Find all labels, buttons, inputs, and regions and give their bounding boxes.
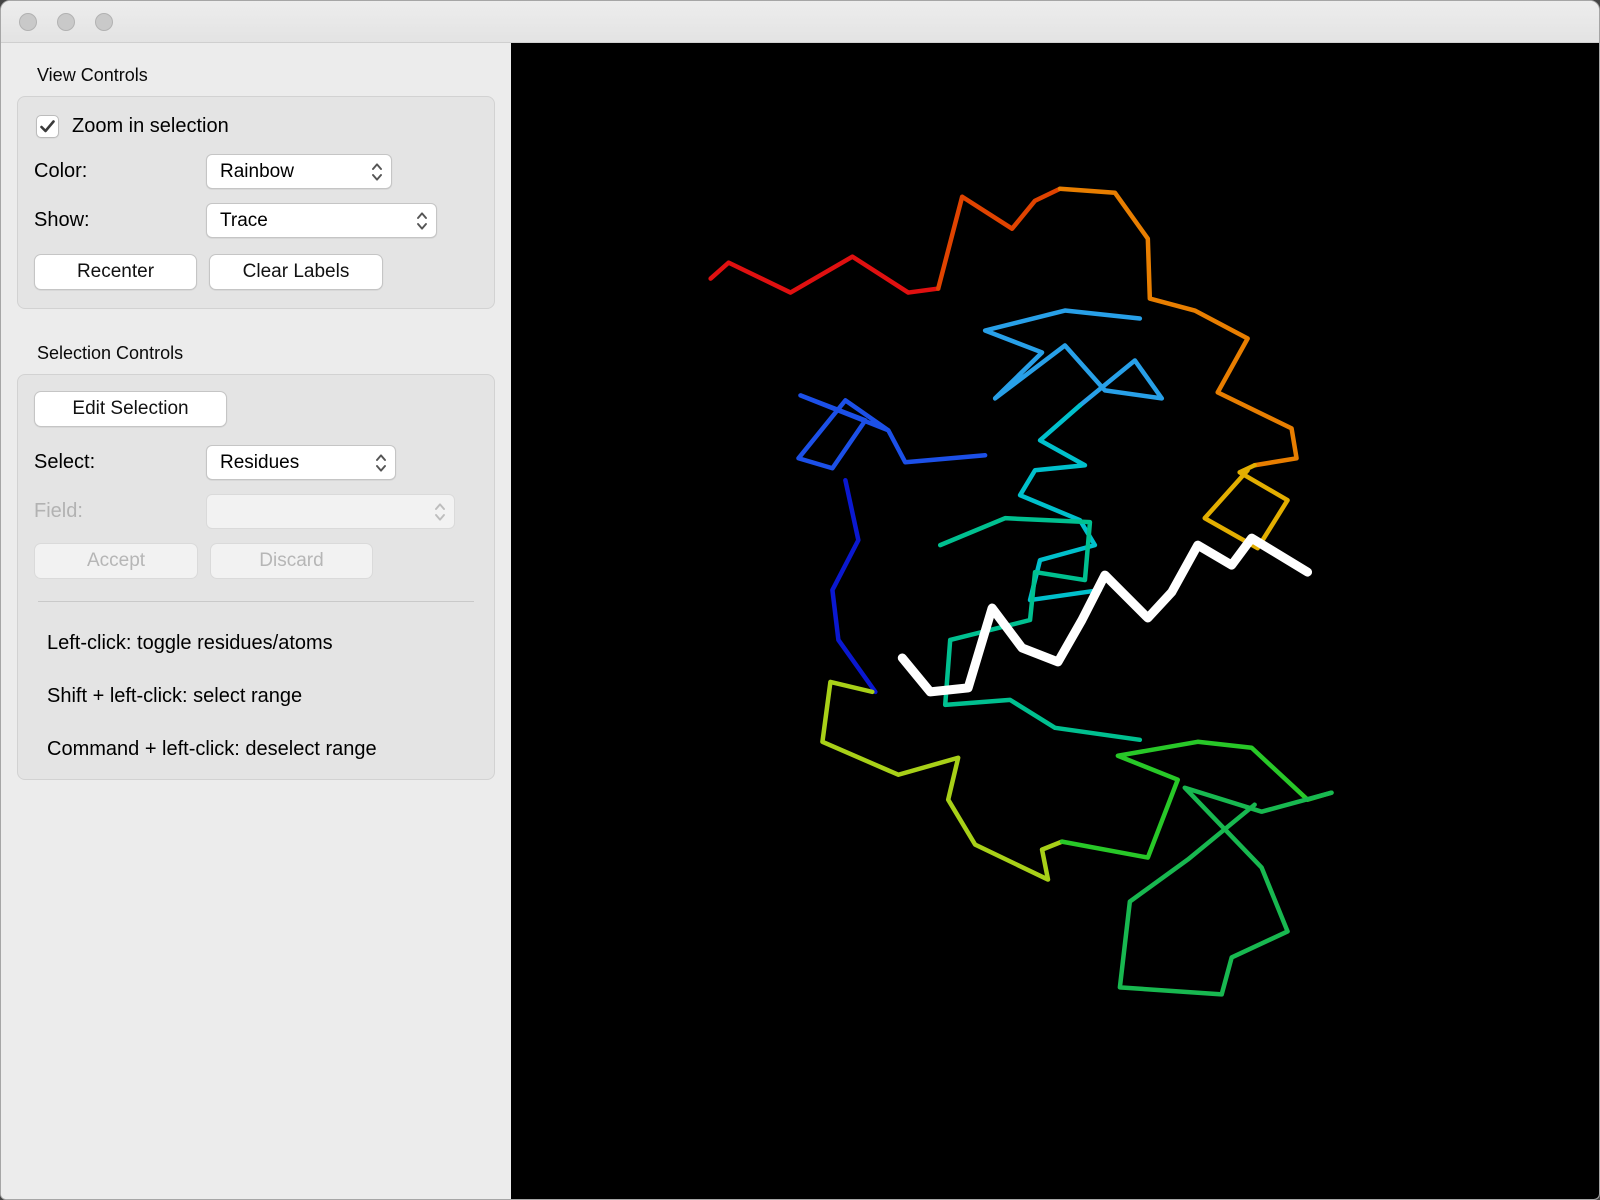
sidebar: View Controls Zoom in selection Color: R… [1,43,511,1199]
updown-chevron-icon [363,161,391,183]
molecule-viewport[interactable] [511,43,1599,1199]
divider [38,601,474,602]
help-line-command-click: Command + left-click: deselect range [47,738,377,760]
app-window: View Controls Zoom in selection Color: R… [0,0,1600,1200]
trace-teal [937,515,1143,743]
updown-chevron-icon [367,452,395,474]
help-line-shift-click: Shift + left-click: select range [47,685,303,707]
selected-residues-trace [897,533,1313,697]
clear-labels-button[interactable]: Clear Labels [209,254,383,290]
recenter-button[interactable]: Recenter [34,254,197,290]
discard-button: Discard [210,543,373,579]
trace-gold [1202,463,1290,551]
trace-dark-blue [830,477,878,695]
updown-chevron-icon [426,501,454,523]
select-dropdown[interactable]: Residues [206,445,396,480]
select-dropdown-value: Residues [220,451,300,473]
protein-trace [708,186,1334,997]
color-label: Color: [34,160,88,182]
trace-orange-red [935,186,1063,291]
color-dropdown-value: Rainbow [220,160,294,182]
show-label: Show: [34,209,90,231]
trace-orange [1057,186,1299,468]
field-dropdown [206,494,455,529]
show-dropdown-value: Trace [220,209,268,231]
checkbox-icon[interactable] [36,115,59,138]
trace-red [708,254,941,295]
trace-green-2 [1117,785,1334,997]
accept-button: Accept [34,543,198,579]
view-controls-group: Zoom in selection Color: Rainbow Show: T… [17,96,495,309]
zoom-in-selection-label: Zoom in selection [72,115,229,137]
close-button[interactable] [19,12,37,31]
edit-selection-button[interactable]: Edit Selection [34,391,227,427]
selection-controls-heading: Selection Controls [37,343,184,363]
select-label: Select: [34,451,96,473]
trace-blue [796,393,988,471]
title-bar [1,1,1599,43]
updown-chevron-icon [408,210,436,232]
view-controls-heading: View Controls [37,65,148,85]
help-text: Left-click: toggle residues/atoms Shift … [34,632,478,761]
window-controls [19,12,113,31]
trace-sky-blue [982,308,1165,408]
help-line-left-click: Left-click: toggle residues/atoms [47,632,333,654]
show-dropdown[interactable]: Trace [206,203,437,238]
maximize-button[interactable] [95,12,113,31]
minimize-button[interactable] [57,12,75,31]
selection-controls-group: Edit Selection Select: Residues Field: A… [17,374,495,780]
field-label: Field: [34,500,83,522]
color-dropdown[interactable]: Rainbow [206,154,392,189]
zoom-in-selection-checkbox[interactable]: Zoom in selection [36,115,478,138]
